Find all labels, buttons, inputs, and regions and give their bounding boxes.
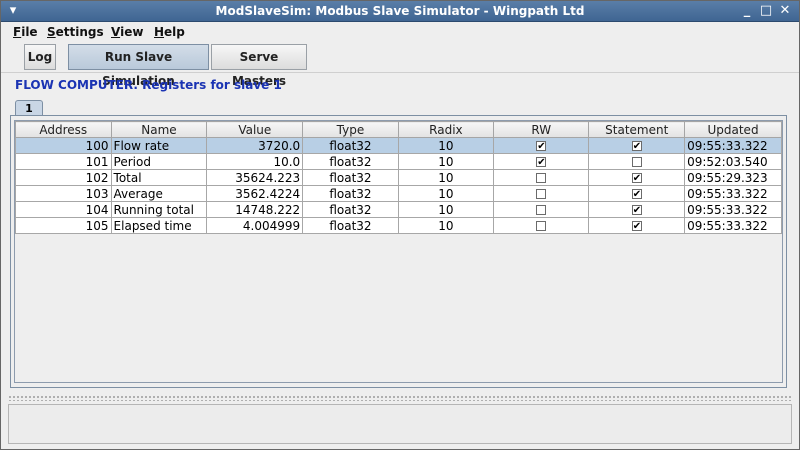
cell-statement: ✔ <box>588 169 686 186</box>
window-title: ModSlaveSim: Modbus Slave Simulator - Wi… <box>215 4 585 18</box>
cell-address[interactable]: 101 <box>15 153 112 170</box>
table-row[interactable]: 104 Running total 14748.222 float32 10 ✔ 09:55… <box>15 201 782 218</box>
cell-statement: ✔ <box>588 201 686 218</box>
column-header-radix[interactable]: Radix <box>397 121 495 138</box>
rw-checkbox[interactable]: ✔ <box>536 157 547 168</box>
column-header-name[interactable]: Name <box>110 121 208 138</box>
toolbar: Log Run Slave Simulation Serve Masters <box>0 42 800 88</box>
cell-updated[interactable]: 09:55:33.322 <box>684 217 782 234</box>
cell-rw <box>493 201 590 218</box>
table-row[interactable]: 100 Flow rate 3720.0 float32 10 ✔ ✔ 09:55:33.32… <box>15 137 782 154</box>
cell-rw: ✔ <box>493 137 590 154</box>
cell-name[interactable]: Total <box>110 169 208 186</box>
title-bar: ▾ ModSlaveSim: Modbus Slave Simulator - … <box>0 0 800 22</box>
cell-updated[interactable]: 09:55:29.323 <box>684 169 782 186</box>
column-header-type[interactable]: Type <box>302 121 399 138</box>
cell-radix[interactable]: 10 <box>397 185 495 202</box>
cell-address[interactable]: 105 <box>15 217 112 234</box>
rw-checkbox[interactable] <box>536 221 547 231</box>
column-header-rw[interactable]: RW <box>493 121 590 138</box>
tab-slave-1[interactable]: 1 <box>15 100 43 116</box>
cell-type[interactable]: float32 <box>302 201 399 218</box>
run-slave-simulation-button[interactable]: Run Slave Simulation <box>68 44 209 88</box>
cell-radix[interactable]: 10 <box>397 137 495 154</box>
cell-value[interactable]: 3562.4224 <box>206 185 304 202</box>
cell-name[interactable]: Average <box>110 185 208 202</box>
table-row[interactable]: 101 Period 10.0 float32 10 ✔ 09:52:03.540 <box>15 153 782 170</box>
statement-checkbox[interactable]: ✔ <box>631 141 642 152</box>
cell-type[interactable]: float32 <box>302 217 399 234</box>
cell-value[interactable]: 4.004999 <box>206 217 304 234</box>
cell-updated[interactable]: 09:55:33.322 <box>684 185 782 202</box>
log-button[interactable]: Log <box>24 44 56 70</box>
cell-updated[interactable]: 09:55:33.322 <box>684 201 782 218</box>
cell-type[interactable]: float32 <box>302 137 399 154</box>
statement-checkbox[interactable]: ✔ <box>631 189 642 200</box>
cell-address[interactable]: 104 <box>15 201 112 218</box>
cell-address[interactable]: 103 <box>15 185 112 202</box>
cell-value[interactable]: 3720.0 <box>206 137 304 154</box>
cell-value[interactable]: 35624.223 <box>206 169 304 186</box>
serve-masters-button[interactable]: Serve Masters <box>211 44 307 88</box>
cell-value[interactable]: 14748.222 <box>206 201 304 218</box>
register-table-container: Address Name Value Type Radix RW Stateme… <box>14 120 783 383</box>
cell-rw <box>493 217 590 234</box>
menu-bar: File Settings View Help <box>0 22 800 42</box>
statement-checkbox[interactable]: ✔ <box>631 205 642 216</box>
cell-statement: ✔ <box>588 137 686 154</box>
menu-file[interactable]: File <box>13 25 38 39</box>
cell-name[interactable]: Elapsed time <box>110 217 208 234</box>
statement-checkbox[interactable]: ✔ <box>631 221 642 232</box>
cell-rw <box>493 185 590 202</box>
column-header-updated[interactable]: Updated <box>684 121 782 138</box>
close-icon[interactable]: ✕ <box>777 3 793 19</box>
statement-checkbox[interactable]: ✔ <box>631 173 642 184</box>
cell-statement <box>588 153 686 170</box>
menu-help[interactable]: Help <box>154 25 185 39</box>
cell-statement: ✔ <box>588 217 686 234</box>
cell-updated[interactable]: 09:52:03.540 <box>684 153 782 170</box>
statement-checkbox[interactable] <box>631 157 642 167</box>
cell-address[interactable]: 100 <box>15 137 112 154</box>
register-table: Address Name Value Type Radix RW Stateme… <box>15 121 782 234</box>
cell-type[interactable]: float32 <box>302 185 399 202</box>
rw-checkbox[interactable] <box>536 205 547 215</box>
cell-name[interactable]: Running total <box>110 201 208 218</box>
splitter-handle[interactable] <box>8 395 792 401</box>
cell-updated[interactable]: 09:55:33.322 <box>684 137 782 154</box>
cell-statement: ✔ <box>588 185 686 202</box>
table-row[interactable]: 103 Average 3562.4224 float32 10 ✔ 09:55:33.32… <box>15 185 782 202</box>
cell-type[interactable]: float32 <box>302 169 399 186</box>
rw-checkbox[interactable] <box>536 173 547 183</box>
column-header-statement[interactable]: Statement <box>588 121 686 138</box>
cell-rw <box>493 169 590 186</box>
minimize-icon[interactable]: _ <box>739 3 755 19</box>
maximize-icon[interactable]: □ <box>758 3 774 19</box>
menu-view[interactable]: View <box>111 25 143 39</box>
rw-checkbox[interactable] <box>536 189 547 199</box>
table-header-row: Address Name Value Type Radix RW Stateme… <box>15 121 782 138</box>
page-title: FLOW COMPUTER. Registers for slave 1 <box>15 78 282 92</box>
cell-name[interactable]: Period <box>110 153 208 170</box>
cell-radix[interactable]: 10 <box>397 217 495 234</box>
column-header-address[interactable]: Address <box>15 121 112 138</box>
cell-rw: ✔ <box>493 153 590 170</box>
table-row[interactable]: 102 Total 35624.223 float32 10 ✔ 09:55:29.323 <box>15 169 782 186</box>
cell-value[interactable]: 10.0 <box>206 153 304 170</box>
table-row[interactable]: 105 Elapsed time 4.004999 float32 10 ✔ 09:55:3… <box>15 217 782 234</box>
cell-name[interactable]: Flow rate <box>110 137 208 154</box>
cell-radix[interactable]: 10 <box>397 153 495 170</box>
rw-checkbox[interactable]: ✔ <box>536 141 547 152</box>
cell-type[interactable]: float32 <box>302 153 399 170</box>
menu-settings[interactable]: Settings <box>47 25 104 39</box>
cell-address[interactable]: 102 <box>15 169 112 186</box>
column-header-value[interactable]: Value <box>206 121 304 138</box>
cell-radix[interactable]: 10 <box>397 201 495 218</box>
cell-radix[interactable]: 10 <box>397 169 495 186</box>
status-panel <box>8 404 792 444</box>
